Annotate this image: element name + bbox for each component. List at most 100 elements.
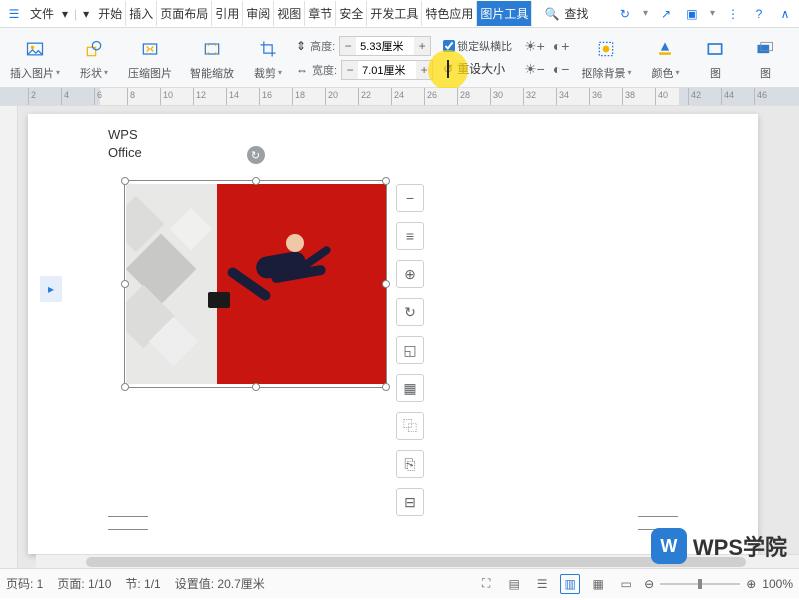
document-page[interactable]: WPS Office ↻ (28, 114, 758, 554)
side-group-icon[interactable]: ▦ (396, 374, 424, 402)
height-label: 高度: (310, 38, 335, 54)
horizontal-ruler[interactable]: 2468101214161820222426283032343638404244… (0, 88, 799, 106)
view-print-icon[interactable]: ▭ (616, 574, 636, 594)
tab-devtools[interactable]: 开发工具 (367, 1, 422, 26)
file-dropdown-icon[interactable]: ▾ (62, 7, 68, 21)
brightness-up-icon[interactable]: ☀+ (524, 38, 545, 55)
zoom-in-icon[interactable]: ⊕ (746, 577, 756, 591)
side-align-icon[interactable]: ≡ (396, 222, 424, 250)
help-icon[interactable]: ? (751, 6, 767, 22)
side-copy-icon[interactable]: ⎘ (396, 450, 424, 478)
panel-collapse-icon[interactable]: ▸ (40, 276, 62, 302)
tab-security[interactable]: 安全 (336, 1, 367, 26)
status-page-no[interactable]: 页码: 1 (6, 575, 43, 592)
lock-ratio-checkbox[interactable]: 锁定纵横比 (443, 38, 512, 54)
status-section[interactable]: 节: 1/1 (125, 575, 160, 592)
width-input[interactable] (358, 61, 416, 79)
ribbon-tabs: 开始 插入 页面布局 引用 审阅 视图 章节 安全 开发工具 特色应用 图片工具 (95, 1, 532, 26)
undo-dropdown-icon[interactable]: ▾ (83, 7, 89, 21)
view-page-icon[interactable]: ▥ (560, 574, 580, 594)
smart-scale-button[interactable]: 智能缩放 (184, 33, 240, 83)
sync-icon[interactable]: ↻ (617, 6, 633, 22)
width-label: 宽度: (312, 62, 337, 78)
side-zoom-icon[interactable]: ⊕ (396, 260, 424, 288)
tab-review[interactable]: 审阅 (243, 1, 274, 26)
contrast-down-icon[interactable]: ◐− (553, 61, 570, 78)
selected-image[interactable]: ↻ (118, 174, 393, 394)
handle-s[interactable] (252, 383, 260, 391)
menu-icon[interactable]: ☰ (6, 6, 22, 22)
wps-academy-logo: W WPS学院 (651, 528, 787, 564)
contrast-up-icon[interactable]: ◐+ (553, 38, 570, 55)
search-icon[interactable]: 🔍 (544, 6, 560, 22)
tab-reference[interactable]: 引用 (212, 1, 243, 26)
smartscale-icon (196, 35, 228, 63)
tab-layout[interactable]: 页面布局 (157, 1, 212, 26)
reset-icon: ↺ (443, 62, 453, 76)
zoom-out-icon[interactable]: ⊖ (644, 577, 654, 591)
side-crop-icon[interactable]: ◱ (396, 336, 424, 364)
effect-icon (749, 35, 781, 63)
insert-image-icon (19, 35, 51, 63)
color-button[interactable]: 颜色▾ (643, 33, 687, 83)
side-layer-icon[interactable]: ⿻ (396, 412, 424, 440)
search-label[interactable]: 查找 (564, 5, 588, 22)
logo-text: WPS学院 (693, 530, 787, 562)
file-menu[interactable]: 文件 (26, 3, 58, 24)
status-page-pos[interactable]: 页面: 1/10 (57, 575, 111, 592)
shape-icon (78, 35, 110, 63)
logo-glyph: W (651, 528, 687, 564)
collapse-ribbon-icon[interactable]: ∧ (777, 6, 793, 22)
tab-view[interactable]: 视图 (274, 1, 305, 26)
tab-insert[interactable]: 插入 (126, 1, 157, 26)
tab-special[interactable]: 特色应用 (422, 1, 477, 26)
height-minus[interactable]: − (340, 37, 356, 55)
text-line-1: WPS (108, 126, 142, 144)
height-plus[interactable]: + (414, 37, 430, 55)
page-break-left (108, 516, 148, 530)
fullscreen-icon[interactable]: ⛶ (476, 574, 496, 594)
brightness-down-icon[interactable]: ☀− (524, 61, 545, 78)
zoom-slider[interactable] (660, 583, 740, 585)
handle-sw[interactable] (121, 383, 129, 391)
tab-start[interactable]: 开始 (95, 1, 126, 26)
image-side-toolbar: − ≡ ⊕ ↻ ◱ ▦ ⿻ ⎘ ⊟ (396, 184, 426, 516)
picture-frame-button[interactable]: 图 (693, 33, 737, 83)
reset-size-button[interactable]: ↺重设大小 (443, 60, 512, 77)
insert-image-button[interactable]: 插入图片▾ (4, 33, 66, 83)
view-web-icon[interactable]: ▦ (588, 574, 608, 594)
crop-icon (252, 35, 284, 63)
height-spinner[interactable]: − + (339, 36, 431, 56)
picture-effect-button[interactable]: 图 (743, 33, 787, 83)
view-outline-icon[interactable]: ☰ (532, 574, 552, 594)
share-icon[interactable]: ↗ (658, 6, 674, 22)
zoom-value[interactable]: 100% (762, 577, 793, 591)
status-setvalue: 设置值: 20.7厘米 (175, 575, 265, 592)
view-read-icon[interactable]: ▤ (504, 574, 524, 594)
width-minus[interactable]: − (342, 61, 358, 79)
crop-button[interactable]: 裁剪▾ (246, 33, 290, 83)
rotate-handle[interactable]: ↻ (247, 146, 265, 164)
height-input[interactable] (356, 37, 414, 55)
width-spinner[interactable]: − + (341, 60, 433, 80)
tab-chapter[interactable]: 章节 (305, 1, 336, 26)
tab-picture-tools[interactable]: 图片工具 (477, 1, 532, 26)
compress-icon (134, 35, 166, 63)
vertical-ruler[interactable] (0, 106, 18, 568)
remove-bg-button[interactable]: 抠除背景▾ (575, 33, 637, 83)
side-settings-icon[interactable]: ⊟ (396, 488, 424, 516)
save-icon[interactable]: ▣ (684, 6, 700, 22)
width-icon: ⇔ (296, 63, 308, 77)
compress-image-button[interactable]: 压缩图片 (122, 33, 178, 83)
shape-button[interactable]: 形状▾ (72, 33, 116, 83)
handle-se[interactable] (382, 383, 390, 391)
zoom-control[interactable]: ⊖ ⊕ 100% (644, 577, 793, 591)
side-rotate-icon[interactable]: ↻ (396, 298, 424, 326)
side-minus-icon[interactable]: − (396, 184, 424, 212)
more-icon[interactable]: ⋮ (725, 6, 741, 22)
frame-icon (699, 35, 731, 63)
text-line-2: Office (108, 144, 142, 162)
height-icon: ⇕ (296, 39, 306, 53)
remove-bg-icon (590, 35, 622, 63)
width-plus[interactable]: + (416, 61, 432, 79)
